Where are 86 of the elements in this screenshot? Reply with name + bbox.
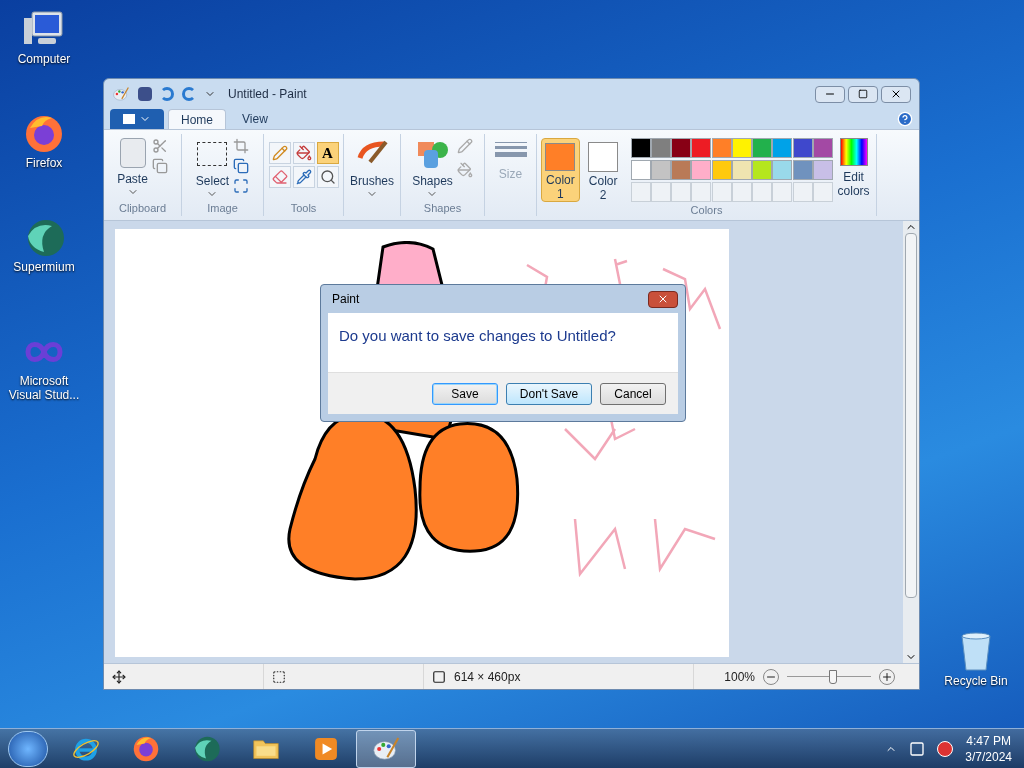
edit-colors-button[interactable]: Edit colors [835, 138, 872, 198]
canvas-size-icon [432, 669, 446, 684]
plus-icon [881, 670, 893, 683]
tool-button[interactable]: A [316, 142, 339, 164]
group-label: Colors [690, 203, 723, 218]
palette-swatch[interactable] [630, 138, 651, 158]
brushes-button[interactable]: Brushes [350, 138, 394, 200]
undo-icon[interactable] [160, 87, 174, 101]
dialog-message: Do you want to save changes to Untitled? [338, 326, 617, 346]
palette-swatch[interactable] [792, 138, 813, 158]
palette-swatch[interactable] [691, 138, 712, 158]
clock-time[interactable]: 4:47 PM [966, 732, 1011, 749]
group-label: Tools [290, 200, 317, 216]
palette-swatch[interactable] [731, 160, 752, 180]
palette-swatch[interactable] [650, 138, 671, 158]
zoom-slider[interactable] [787, 669, 871, 684]
taskbar-app-button[interactable] [356, 729, 416, 768]
group-label: Clipboard [118, 200, 167, 216]
ribbon-tab[interactable]: View [230, 109, 280, 129]
palette-swatch[interactable] [752, 160, 773, 180]
palette-icon [112, 85, 130, 103]
palette-swatch[interactable] [630, 160, 651, 180]
palette-swatch[interactable] [772, 160, 793, 180]
dialog-button[interactable]: Cancel [600, 382, 666, 405]
magnifier-icon [319, 169, 336, 185]
tool-button[interactable] [292, 142, 315, 164]
palette-swatch[interactable] [671, 160, 692, 180]
minimize-button[interactable] [815, 85, 845, 103]
palette-swatch[interactable] [772, 138, 793, 158]
paint-bucket-icon [295, 145, 312, 161]
start-button[interactable] [8, 730, 48, 767]
close-icon [890, 88, 902, 100]
window-title: Untitled - Paint [228, 86, 307, 103]
desktop-icon-label[interactable]: Firefox [25, 156, 63, 170]
desktop-icon-label[interactable]: Microsoft Visual Stud... [4, 374, 84, 402]
file-menu-button[interactable] [110, 109, 164, 129]
ribbon-tab[interactable]: Home [168, 109, 226, 129]
pencil-icon [271, 145, 288, 161]
cut-icon[interactable] [151, 138, 168, 154]
scroll-thumb[interactable] [905, 233, 917, 598]
close-icon [657, 293, 669, 305]
tool-button[interactable] [268, 166, 291, 188]
tool-button[interactable] [316, 166, 339, 188]
color-spectrum-icon [839, 138, 868, 166]
paste-button[interactable]: Paste [117, 138, 148, 198]
close-button[interactable] [881, 85, 911, 103]
tool-button[interactable] [292, 166, 315, 188]
group-label: Shapes [423, 201, 462, 216]
palette-swatch[interactable] [650, 160, 671, 180]
clock-date[interactable]: 3/7/2024 [965, 748, 1012, 765]
palette-swatch[interactable] [691, 160, 712, 180]
palette-swatch[interactable] [812, 160, 833, 180]
vertical-scrollbar[interactable] [903, 221, 919, 663]
redo-icon[interactable] [182, 87, 196, 101]
outline-icon[interactable] [456, 138, 473, 154]
palette-swatch[interactable] [812, 138, 833, 158]
close-button[interactable] [648, 290, 678, 308]
selection-size-icon [272, 669, 286, 684]
copy-icon[interactable] [151, 158, 168, 174]
canvas-size-text: 614 × 460px [454, 668, 521, 686]
pipette-icon [295, 169, 312, 185]
dialog-title: Paint [331, 291, 360, 308]
group-label: Image [207, 201, 238, 216]
palette-swatch[interactable] [752, 138, 773, 158]
zoom-text: 100% [724, 668, 755, 686]
color-slot-button[interactable]: Color 1 [541, 138, 580, 202]
shapes-button[interactable]: Shapes [412, 138, 453, 200]
select-button[interactable]: Select [195, 138, 230, 200]
eraser-icon [271, 169, 288, 185]
dialog-button[interactable]: Don't Save [506, 382, 592, 405]
desktop-icon-label[interactable]: Recycle Bin [944, 674, 1008, 688]
desktop-icon-label[interactable]: Supermium [13, 260, 75, 274]
cursor-position-icon [112, 669, 126, 684]
palette-swatch[interactable] [731, 138, 752, 158]
crop-icon[interactable] [233, 138, 250, 154]
maximize-icon [858, 89, 868, 99]
dialog-button[interactable]: Save [432, 382, 498, 405]
palette-swatch[interactable] [792, 160, 813, 180]
fill-icon[interactable] [456, 162, 473, 178]
palette-swatch[interactable] [671, 138, 692, 158]
palette-swatch[interactable] [711, 160, 732, 180]
palette-swatch[interactable] [711, 138, 732, 158]
help-icon[interactable] [897, 111, 913, 127]
maximize-button[interactable] [848, 85, 878, 103]
desktop-icon-label[interactable]: Computer [17, 52, 71, 66]
color-slot-button[interactable]: Color 2 [583, 138, 623, 202]
